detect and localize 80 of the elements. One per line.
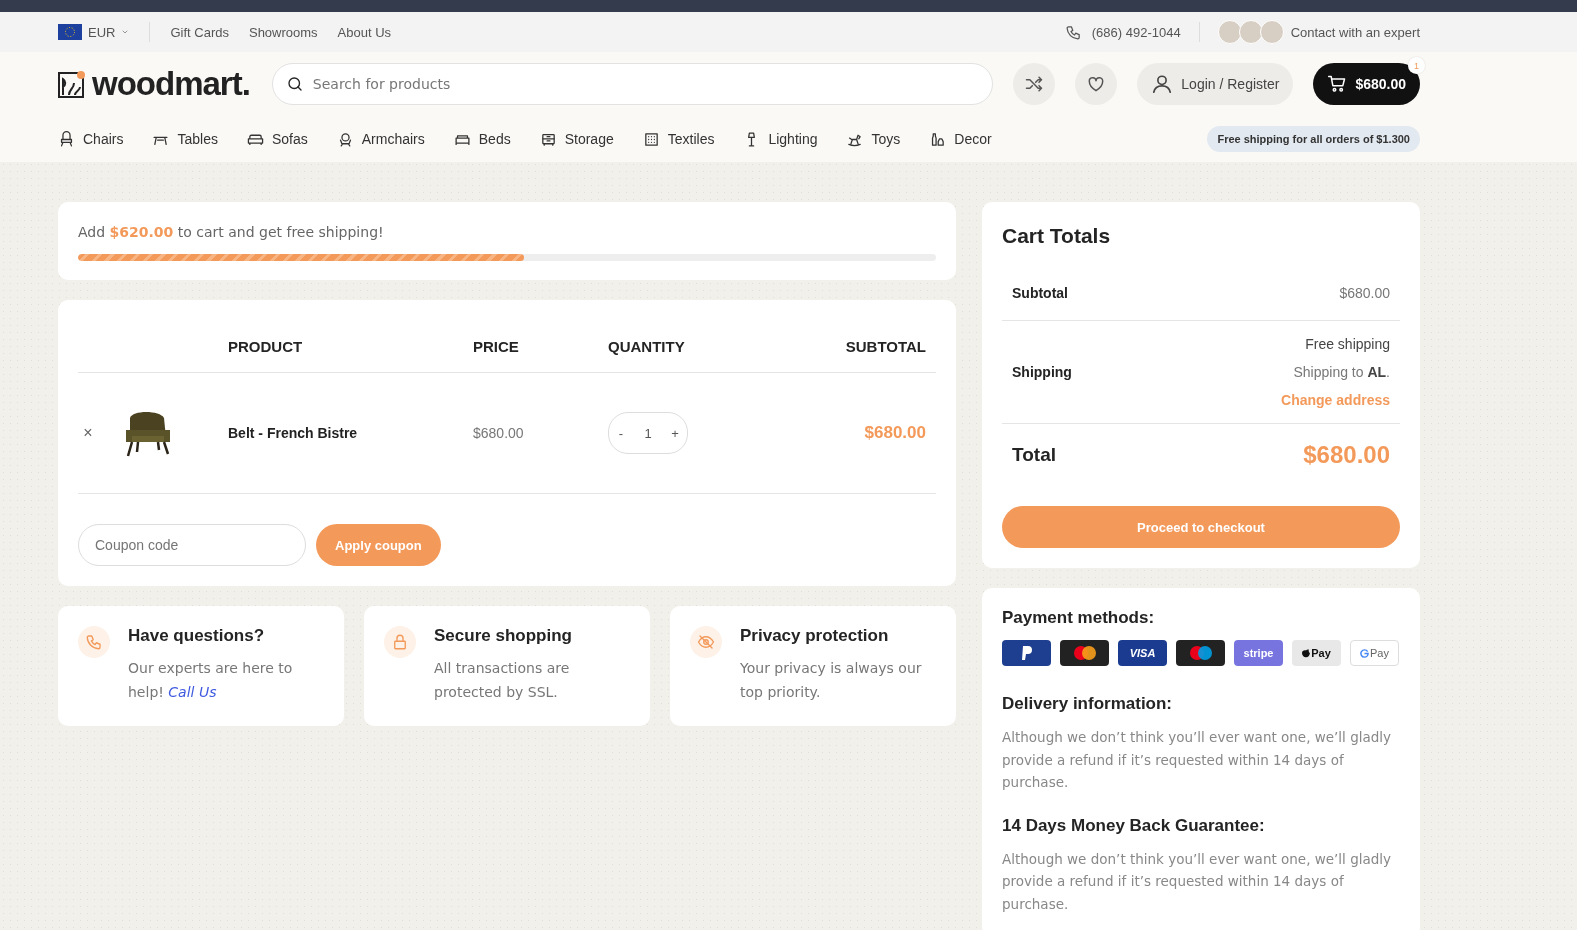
quantity-field[interactable]: 1 (633, 413, 663, 453)
category-link[interactable]: Decor (929, 130, 992, 148)
increase-button[interactable]: + (663, 425, 687, 441)
cart-totals-title: Cart Totals (1002, 224, 1112, 248)
payment-methods-title: Payment methods: (1002, 608, 1156, 628)
section-text: Although we don’t think you’ll ever want one, we’ll gladly provide a refund if it’s requested within 14 days of purchase. (1002, 849, 1393, 914)
phone-icon (85, 633, 103, 651)
free-shipping-message: Add $620.00 to cart and get free shipping! (78, 224, 385, 240)
payment-badge: Pay (1292, 640, 1341, 666)
column-header: PRICE (473, 337, 520, 355)
decrease-button[interactable]: - (609, 425, 633, 441)
column-header: PRODUCT (228, 337, 304, 355)
total-value: $680.00 (1303, 441, 1390, 469)
remove-button[interactable]: × (78, 424, 98, 442)
column-header: QUANTITY (608, 337, 686, 355)
section-title: 14 Days Money Back Guarantee: (1002, 815, 1266, 836)
coupon-field[interactable]: Coupon code (78, 524, 306, 566)
paypal-logo-icon (1019, 645, 1034, 661)
chevron-down-icon (121, 28, 130, 36)
category-link[interactable]: Toys (846, 130, 901, 148)
category-link[interactable]: Armchairs (336, 130, 425, 148)
phone-number[interactable]: (686) 492-1044 (1091, 24, 1181, 40)
category-link[interactable]: Lighting (743, 130, 818, 148)
currency-selector[interactable]: EUR (88, 24, 116, 40)
eye-crossed-icon (697, 633, 715, 651)
section-text: Although we don’t think you’ll ever want one, we’ll gladly provide a refund if it’s requested within 14 days of purchase. (1002, 728, 1393, 792)
avatar (1238, 20, 1263, 44)
contact-link[interactable]: Contact with an expert (1290, 24, 1420, 40)
shipping-destination: Shipping to AL. (1293, 364, 1390, 380)
section-title: Delivery information: (1002, 694, 1174, 714)
search-field[interactable]: Search for products (271, 63, 994, 105)
top-link[interactable]: Showrooms (248, 24, 318, 40)
avatar (1217, 20, 1242, 44)
shipping-label: Shipping (1012, 364, 1072, 380)
top-link[interactable]: Gift Cards (170, 24, 229, 40)
subtotal-value: $680.00 (1339, 285, 1390, 301)
feature-title: Privacy protection (740, 626, 890, 646)
product-price: $680.00 (473, 425, 525, 441)
payment-badge: VISA (1118, 640, 1167, 666)
payment-badge: stripe (1234, 640, 1283, 666)
vases-icon (929, 130, 947, 148)
cart-icon (1327, 74, 1348, 94)
feature-title: Have questions? (128, 626, 266, 646)
feature-text: Your privacy is always our top priority. (740, 659, 923, 702)
grid-icon (642, 130, 660, 148)
category-link[interactable]: Chairs (58, 130, 124, 148)
avatar (1259, 20, 1284, 44)
promo-banner: Free shipping for all orders of $1.300 (1207, 126, 1420, 152)
shuffle-icon (1024, 74, 1045, 94)
logo-icon (58, 70, 86, 98)
feature-title: Secure shopping (434, 626, 573, 646)
category-link[interactable]: Sofas (246, 130, 308, 148)
category-link[interactable]: Storage (539, 130, 614, 148)
total-label: Total (1012, 444, 1056, 466)
feature-text: All transactions are protected by SSL. (434, 659, 571, 702)
card-circles-icon (1071, 645, 1098, 661)
payment-badge: Pay (1350, 640, 1399, 666)
lock-icon (391, 633, 409, 651)
shuffle-button[interactable] (1013, 63, 1056, 105)
category-link[interactable]: Beds (453, 130, 511, 148)
card-circles-icon (1187, 645, 1214, 661)
feature-text: Our experts are here to help! Call Us (128, 659, 294, 702)
top-link[interactable]: About Us (337, 24, 392, 40)
logo-text[interactable]: woodmart. (92, 65, 250, 103)
wishlist-button[interactable] (1075, 63, 1118, 105)
call-us-link[interactable]: Call Us (168, 684, 217, 700)
category-link[interactable]: Tables (152, 130, 218, 148)
product-name[interactable]: Belt - French Bistre (228, 425, 473, 441)
product-subtotal: $680.00 (863, 423, 927, 443)
search-icon (285, 75, 304, 93)
subtotal-label: Subtotal (1012, 285, 1068, 301)
g-icon (1360, 648, 1369, 658)
category-link[interactable]: Textiles (642, 130, 715, 148)
login-button[interactable]: Login / Register (1137, 63, 1294, 105)
user-icon (1151, 73, 1174, 95)
shipping-method: Free shipping (1305, 336, 1390, 352)
phone-icon (1064, 23, 1082, 41)
cart-count-badge: 1 (1408, 57, 1425, 74)
column-header: SUBTOTAL (844, 337, 927, 355)
chair-icon (58, 130, 75, 148)
